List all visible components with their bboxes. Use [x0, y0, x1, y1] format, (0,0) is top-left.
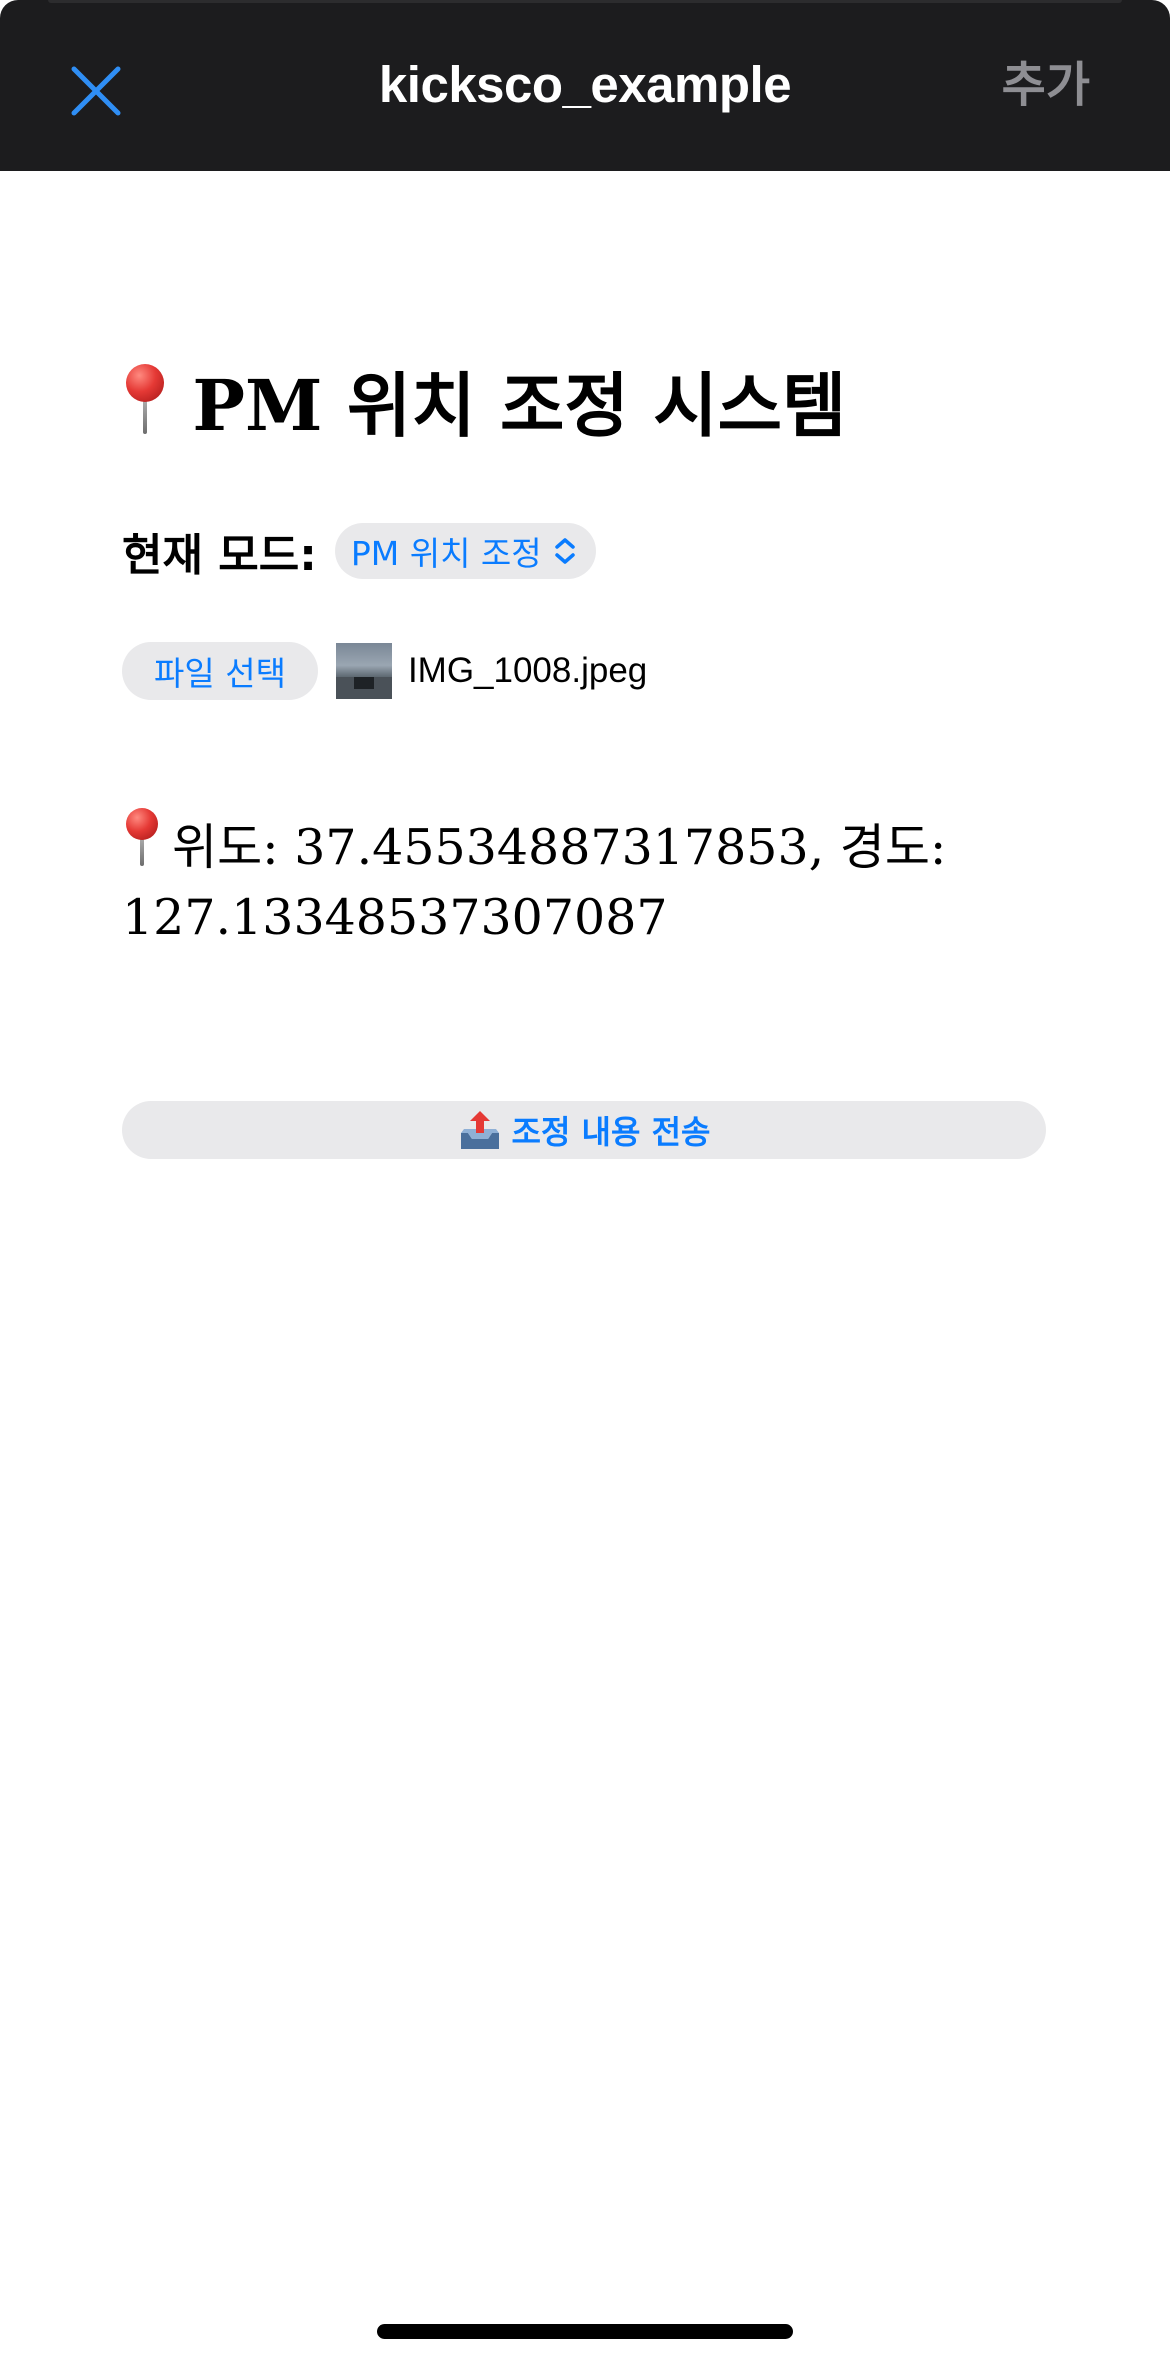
- pushpin-icon: [122, 364, 168, 436]
- nav-title: kicksco_example: [378, 56, 792, 113]
- mode-row: 현재 모드: PM 위치 조정: [122, 521, 596, 581]
- choose-file-button[interactable]: 파일 선택: [122, 642, 318, 700]
- submit-adjustment-button[interactable]: 조정 내용 전송: [122, 1101, 1046, 1159]
- close-button[interactable]: [60, 55, 132, 127]
- mode-label: 현재 모드:: [122, 530, 317, 581]
- navigation-bar: kicksco_example 추가: [0, 0, 1170, 171]
- pushpin-icon: [122, 808, 162, 868]
- selected-file-name: IMG_1008.jpeg: [407, 651, 648, 690]
- coordinates-text: 위도: 37.45534887317853, 경도: 127.133485373…: [122, 819, 947, 946]
- sheet-edge: [48, 0, 1122, 3]
- outbox-tray-icon: [460, 1111, 499, 1149]
- up-down-chevron-icon: [554, 538, 575, 564]
- submit-label: 조정 내용 전송: [511, 1113, 711, 1151]
- coordinates-readout: 위도: 37.45534887317853, 경도: 127.133485373…: [122, 808, 1052, 953]
- page-title: PM 위치 조정 시스템: [122, 361, 846, 451]
- image-thumbnail: [335, 643, 392, 699]
- home-indicator: [377, 2324, 793, 2339]
- close-icon: [71, 66, 121, 116]
- mode-select[interactable]: PM 위치 조정: [334, 523, 596, 579]
- page-title-text: PM 위치 조정 시스템: [192, 364, 847, 447]
- file-input-row: 파일 선택 IMG_1008.jpeg: [122, 641, 647, 701]
- mode-select-value: PM 위치 조정: [350, 534, 542, 573]
- add-button[interactable]: 추가: [1002, 52, 1090, 118]
